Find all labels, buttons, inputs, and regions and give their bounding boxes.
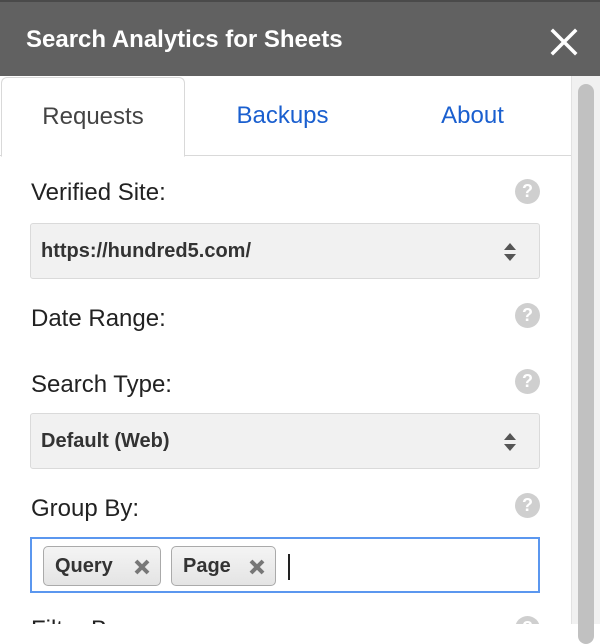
remove-tag-icon[interactable] bbox=[133, 558, 151, 576]
close-button[interactable] bbox=[548, 26, 580, 58]
search-type-value: Default (Web) bbox=[41, 430, 170, 452]
close-icon bbox=[550, 28, 578, 56]
text-cursor bbox=[288, 554, 290, 580]
group-by-input[interactable]: Query Page bbox=[30, 537, 540, 593]
dialog-titlebar: Search Analytics for Sheets bbox=[0, 0, 600, 76]
filter-by-label: Filter By: bbox=[31, 616, 126, 624]
help-icon[interactable]: ? bbox=[515, 303, 540, 328]
scrollbar-thumb[interactable] bbox=[578, 84, 594, 644]
help-icon[interactable]: ? bbox=[515, 179, 540, 204]
search-type-label: Search Type: bbox=[31, 371, 172, 398]
help-icon[interactable]: ? bbox=[515, 493, 540, 518]
verified-site-label: Verified Site: bbox=[31, 179, 166, 206]
verified-site-select[interactable]: https://hundred5.com/ bbox=[30, 223, 540, 279]
select-arrows-icon bbox=[504, 433, 516, 451]
scrollbar[interactable] bbox=[571, 76, 600, 644]
sidebar-content: Requests Backups About Verified Site: ? … bbox=[0, 76, 571, 624]
tag-label: Page bbox=[183, 555, 231, 577]
search-type-select[interactable]: Default (Web) bbox=[30, 413, 540, 469]
group-by-tag-page: Page bbox=[171, 546, 276, 586]
help-icon[interactable]: ? bbox=[515, 616, 540, 624]
group-by-label: Group By: bbox=[31, 495, 140, 522]
tab-backups[interactable]: Backups bbox=[185, 77, 380, 156]
date-range-label: Date Range: bbox=[31, 305, 166, 332]
tab-bar: Requests Backups About bbox=[0, 76, 571, 157]
help-icon[interactable]: ? bbox=[515, 369, 540, 394]
tab-about[interactable]: About bbox=[380, 77, 565, 156]
tag-label: Query bbox=[55, 555, 113, 577]
select-arrows-icon bbox=[504, 243, 516, 261]
verified-site-value: https://hundred5.com/ bbox=[41, 240, 251, 262]
tab-requests[interactable]: Requests bbox=[1, 77, 185, 157]
group-by-tag-query: Query bbox=[43, 546, 161, 586]
dialog-title: Search Analytics for Sheets bbox=[26, 26, 343, 53]
remove-tag-icon[interactable] bbox=[248, 558, 266, 576]
